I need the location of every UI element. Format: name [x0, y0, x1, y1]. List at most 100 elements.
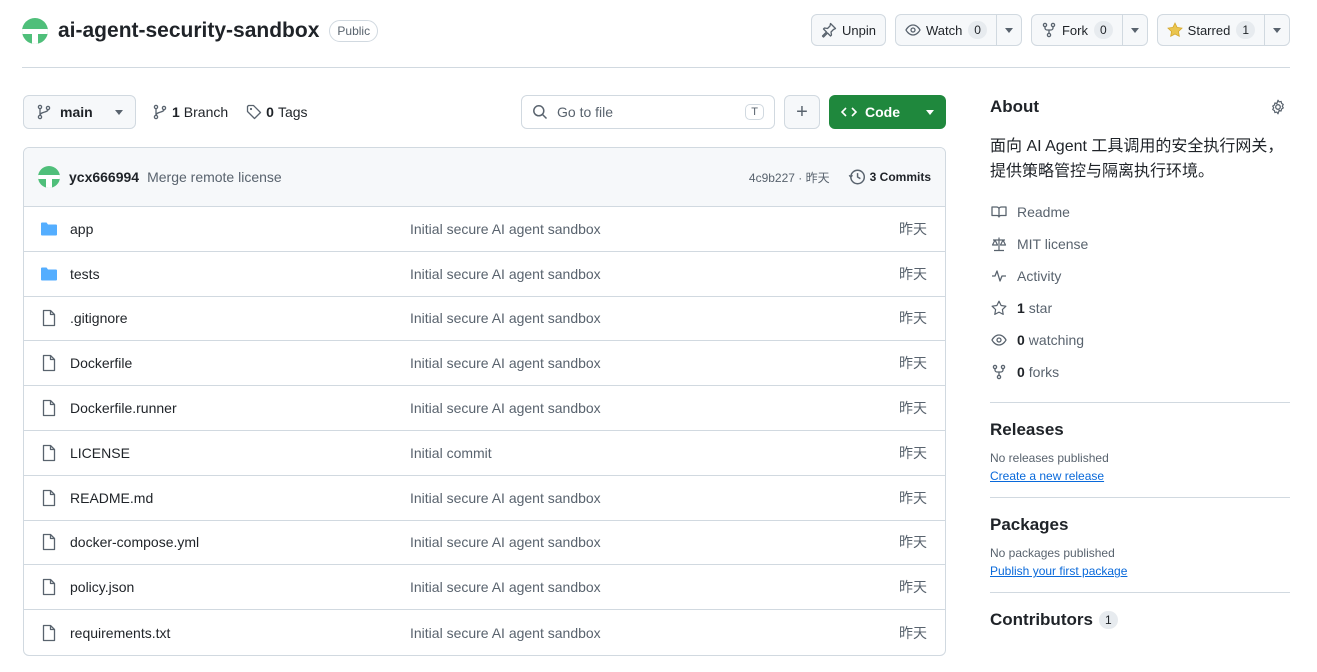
- file-name[interactable]: Dockerfile: [70, 355, 410, 371]
- file-commit-message[interactable]: Initial secure AI agent sandbox: [410, 490, 899, 506]
- file-name[interactable]: policy.json: [70, 579, 410, 595]
- folder-icon: [40, 220, 58, 238]
- latest-commit-bar: ycx666994 Merge remote license 4c9b227 ·…: [24, 148, 945, 207]
- file-commit-message[interactable]: Initial secure AI agent sandbox: [410, 579, 899, 595]
- readme-label: Readme: [1017, 204, 1070, 220]
- contributors-count: 1: [1098, 611, 1118, 629]
- commits-count: 3: [869, 170, 877, 184]
- file-date: 昨天: [899, 265, 927, 282]
- tag-count[interactable]: 0: [266, 104, 274, 120]
- branch-count[interactable]: 1: [172, 104, 180, 120]
- file-name[interactable]: requirements.txt: [70, 625, 410, 641]
- commit-hash[interactable]: 4c9b227 · 昨天: [749, 169, 830, 186]
- repo-name[interactable]: ai-agent-security-sandbox: [58, 19, 319, 43]
- commit-author[interactable]: ycx666994: [69, 169, 139, 185]
- tag-count-label[interactable]: Tags: [278, 104, 308, 120]
- unpin-label: Unpin: [841, 22, 876, 38]
- table-row[interactable]: tests Initial secure AI agent sandbox 昨天: [24, 252, 945, 297]
- activity-link[interactable]: Activity: [990, 260, 1290, 292]
- star-dropdown[interactable]: [1264, 15, 1289, 45]
- about-meta: Readme MIT license Activity 1 star 0 wat…: [990, 196, 1290, 388]
- table-row[interactable]: app Initial secure AI agent sandbox 昨天: [24, 207, 945, 252]
- repo-owner-avatar[interactable]: [22, 18, 48, 44]
- branch-tag-info: 1 Branch 0 Tags: [152, 95, 308, 129]
- activity-label: Activity: [1017, 268, 1062, 284]
- star-icon: [990, 300, 1008, 316]
- forks-link[interactable]: 0 forks: [990, 356, 1290, 388]
- table-row[interactable]: .gitignore Initial secure AI agent sandbo…: [24, 297, 945, 342]
- history-icon: [848, 168, 866, 186]
- file-name[interactable]: README.md: [70, 490, 410, 506]
- file-date: 昨天: [899, 489, 927, 506]
- visibility-badge: Public: [329, 20, 379, 42]
- create-release-link[interactable]: Create a new release: [990, 469, 1290, 483]
- stars-link[interactable]: 1 star: [990, 292, 1290, 324]
- pulse-icon: [990, 268, 1008, 284]
- file-name[interactable]: app: [70, 221, 410, 237]
- file-commit-message[interactable]: Initial commit: [410, 445, 899, 461]
- header-divider: [22, 67, 1290, 68]
- star-filled-icon: [1166, 22, 1183, 38]
- branch-selector[interactable]: main: [23, 95, 136, 129]
- fork-dropdown[interactable]: [1121, 15, 1147, 45]
- file-name[interactable]: Dockerfile.runner: [70, 400, 410, 416]
- file-commit-message[interactable]: Initial secure AI agent sandbox: [410, 625, 899, 641]
- plus-icon: +: [796, 100, 808, 123]
- readme-link[interactable]: Readme: [990, 196, 1290, 228]
- file-name[interactable]: docker-compose.yml: [70, 534, 410, 550]
- file-commit-message[interactable]: Initial secure AI agent sandbox: [410, 221, 899, 237]
- publish-package-link[interactable]: Publish your first package: [990, 564, 1290, 578]
- watching-link[interactable]: 0 watching: [990, 324, 1290, 356]
- table-row[interactable]: requirements.txt Initial secure AI agent …: [24, 610, 945, 655]
- table-row[interactable]: Dockerfile Initial secure AI agent sandbo…: [24, 341, 945, 387]
- file-icon: [40, 533, 58, 551]
- file-commit-message[interactable]: Initial secure AI agent sandbox: [410, 266, 899, 282]
- fork-button[interactable]: Fork 0: [1030, 14, 1148, 46]
- commit-message[interactable]: Merge remote license: [147, 169, 282, 185]
- file-commit-message[interactable]: Initial secure AI agent sandbox: [410, 310, 899, 326]
- branch-name: main: [60, 104, 93, 120]
- table-row[interactable]: docker-compose.yml Initial secure AI agen…: [24, 521, 945, 566]
- watch-dropdown[interactable]: [995, 15, 1021, 45]
- add-file-button[interactable]: +: [784, 95, 820, 129]
- watch-label: Watch: [925, 22, 963, 38]
- commits-link[interactable]: 3 Commits: [848, 168, 931, 186]
- packages-title[interactable]: Packages: [990, 515, 1290, 535]
- forks-label: forks: [1028, 364, 1060, 380]
- branch-count-label[interactable]: Branch: [184, 104, 228, 120]
- releases-title[interactable]: Releases: [990, 420, 1290, 440]
- star-count: 1: [1236, 21, 1255, 39]
- table-row[interactable]: LICENSE Initial commit 昨天: [24, 431, 945, 476]
- go-to-file-input[interactable]: Go to file T: [521, 95, 775, 129]
- watch-button[interactable]: Watch 0: [894, 14, 1022, 46]
- commit-author-avatar[interactable]: [38, 166, 60, 188]
- shortcut-key: T: [745, 104, 764, 120]
- fork-icon: [1041, 22, 1057, 38]
- gear-icon[interactable]: [1270, 99, 1286, 115]
- starred-button[interactable]: Starred 1: [1156, 14, 1290, 46]
- fork-icon: [990, 364, 1008, 380]
- table-row[interactable]: README.md Initial secure AI agent sandbox…: [24, 476, 945, 521]
- sidebar-divider: [990, 402, 1290, 403]
- table-row[interactable]: Dockerfile.runner Initial secure AI agent…: [24, 386, 945, 431]
- file-commit-message[interactable]: Initial secure AI agent sandbox: [410, 355, 899, 371]
- file-name[interactable]: LICENSE: [70, 445, 410, 461]
- license-link[interactable]: MIT license: [990, 228, 1290, 260]
- unpin-button[interactable]: Unpin: [810, 14, 886, 46]
- tag-icon: [246, 104, 262, 120]
- about-description: 面向 AI Agent 工具调用的安全执行网关，提供策略管控与隔离执行环境。: [990, 138, 1284, 180]
- watch-count: 0: [968, 21, 987, 39]
- code-button[interactable]: Code: [829, 95, 946, 129]
- table-row[interactable]: policy.json Initial secure AI agent sandb…: [24, 565, 945, 611]
- repo-header: ai-agent-security-sandbox Public Unpin W…: [22, 14, 1290, 48]
- folder-icon: [40, 265, 58, 283]
- contributors-title[interactable]: Contributors 1: [990, 610, 1290, 630]
- about-title: About: [990, 97, 1040, 116]
- file-name[interactable]: .gitignore: [70, 310, 410, 326]
- file-date: 昨天: [899, 310, 927, 327]
- file-icon: [40, 489, 58, 507]
- file-name[interactable]: tests: [70, 266, 410, 282]
- file-commit-message[interactable]: Initial secure AI agent sandbox: [410, 400, 899, 416]
- sidebar-divider: [990, 497, 1290, 498]
- file-commit-message[interactable]: Initial secure AI agent sandbox: [410, 534, 899, 550]
